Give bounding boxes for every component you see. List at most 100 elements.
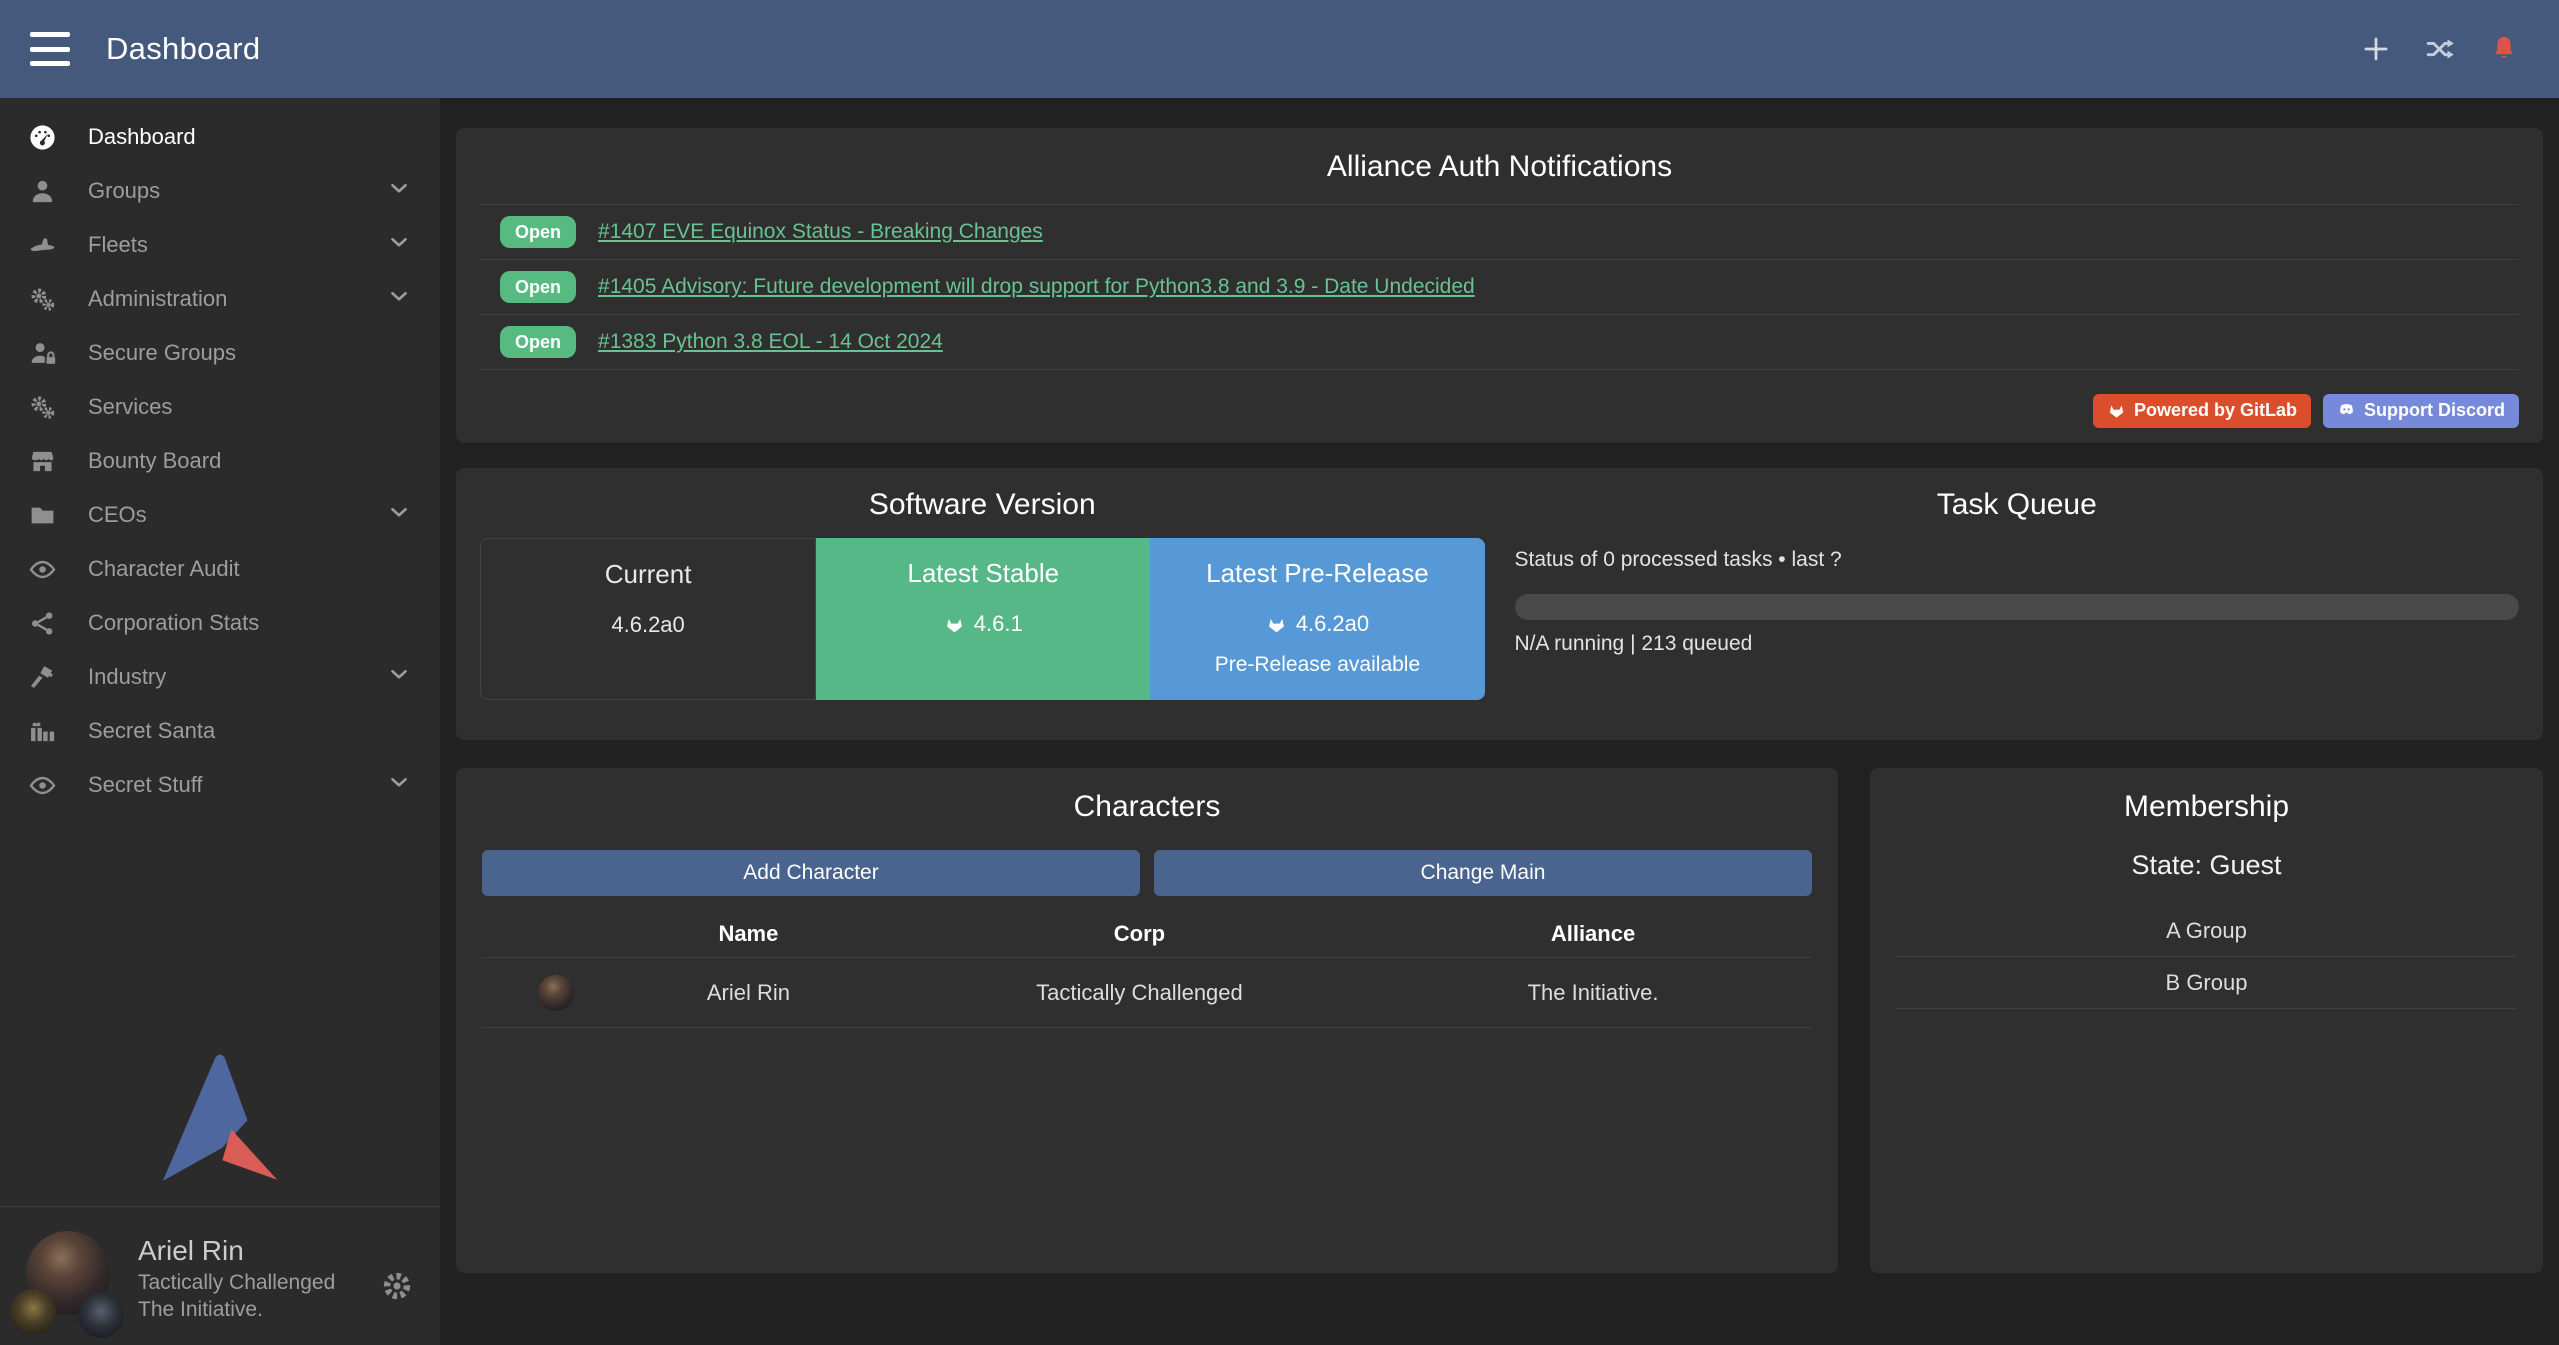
sidebar-item-label: Secret Santa — [88, 718, 215, 744]
eye-icon — [28, 555, 74, 584]
version-number: 4.6.2a0 — [1296, 611, 1369, 637]
sidebar-item-label: Character Audit — [88, 556, 240, 582]
version-label: Latest Pre-Release — [1150, 558, 1484, 589]
footer-badges: Powered by GitLab Support Discord — [480, 394, 2519, 428]
add-character-button[interactable]: Add Character — [482, 850, 1140, 896]
sidebar-item-fleets[interactable]: Fleets — [0, 218, 440, 272]
hammer-icon — [28, 663, 74, 692]
sidebar-item-services[interactable]: Services — [0, 380, 440, 434]
main-content: Alliance Auth Notifications Open #1407 E… — [440, 98, 2559, 1345]
sidebar: Dashboard Groups Fleets — [0, 98, 440, 1345]
chevron-down-icon — [386, 499, 412, 531]
sidebar-item-label: Secure Groups — [88, 340, 236, 366]
gears-icon — [28, 285, 74, 314]
sidebar-item-secure-groups[interactable]: Secure Groups — [0, 326, 440, 380]
sidebar-item-industry[interactable]: Industry — [0, 650, 440, 704]
page-title: Dashboard — [106, 31, 260, 67]
cell-alliance: The Initiative. — [1374, 980, 1812, 1006]
sidebar-item-label: Corporation Stats — [88, 610, 259, 636]
sidebar-item-groups[interactable]: Groups — [0, 164, 440, 218]
notification-link[interactable]: #1405 Advisory: Future development will … — [598, 275, 1475, 299]
table-header-row: Name Corp Alliance — [482, 910, 1812, 958]
gitlab-badge[interactable]: Powered by GitLab — [2093, 394, 2311, 428]
sidebar-item-label: Services — [88, 394, 172, 420]
notification-link[interactable]: #1407 EVE Equinox Status - Breaking Chan… — [598, 220, 1043, 244]
membership-title: Membership — [1896, 790, 2517, 824]
chevron-down-icon — [386, 175, 412, 207]
status-badge: Open — [500, 271, 576, 303]
sidebar-item-secret-santa[interactable]: Secret Santa — [0, 704, 440, 758]
task-queue-status: Status of 0 processed tasks • last ? — [1515, 548, 2520, 572]
sidebar-item-label: Groups — [88, 178, 160, 204]
discord-badge[interactable]: Support Discord — [2323, 394, 2519, 428]
membership-state: State: Guest — [1896, 850, 2517, 881]
sidebar-menu: Dashboard Groups Fleets — [0, 98, 440, 812]
add-icon[interactable] — [2359, 32, 2393, 66]
version-stable: Latest Stable 4.6.1 — [816, 538, 1150, 700]
sidebar-item-character-audit[interactable]: Character Audit — [0, 542, 440, 596]
table-header-alliance: Alliance — [1374, 921, 1812, 947]
cell-corp: Tactically Challenged — [905, 980, 1374, 1006]
characters-buttons: Add Character Change Main — [482, 850, 1812, 896]
gifts-icon — [28, 717, 74, 746]
list-item: Open #1383 Python 3.8 EOL - 14 Oct 2024 — [480, 315, 2519, 370]
sidebar-item-dashboard[interactable]: Dashboard — [0, 110, 440, 164]
status-badge: Open — [500, 216, 576, 248]
hamburger-menu-icon[interactable] — [30, 32, 70, 66]
alliance-logo — [78, 1292, 124, 1338]
gitlab-badge-label: Powered by GitLab — [2134, 400, 2297, 422]
task-queue-counts: N/A running | 213 queued — [1515, 632, 2520, 656]
characters-table: Name Corp Alliance Ariel Rin Tactically … — [482, 910, 1812, 1028]
hamburger-bar — [30, 61, 70, 66]
version-prerelease: Latest Pre-Release 4.6.2a0 Pre-Release a… — [1150, 538, 1484, 700]
software-version-column: Software Version Current 4.6.2a0 Latest … — [480, 488, 1485, 722]
change-main-button[interactable]: Change Main — [1154, 850, 1812, 896]
version-number: 4.6.2a0 — [611, 612, 684, 638]
share-icon — [28, 609, 74, 638]
shuffle-icon[interactable] — [2423, 32, 2457, 66]
app-window: Dashboard — [0, 0, 2559, 1345]
sidebar-item-bounty-board[interactable]: Bounty Board — [0, 434, 440, 488]
user-icon — [28, 177, 74, 206]
bell-icon[interactable] — [2487, 32, 2521, 66]
hamburger-bar — [30, 32, 70, 37]
sidebar-item-label: CEOs — [88, 502, 147, 528]
notification-link[interactable]: #1383 Python 3.8 EOL - 14 Oct 2024 — [598, 330, 943, 354]
version-label: Latest Stable — [816, 558, 1150, 589]
sidebar-item-ceos[interactable]: CEOs — [0, 488, 440, 542]
version-label: Current — [481, 559, 815, 590]
navbar-actions — [2359, 32, 2521, 66]
list-item: Open #1407 EVE Equinox Status - Breaking… — [480, 205, 2519, 260]
user-lock-icon — [28, 339, 74, 368]
task-queue-column: Task Queue Status of 0 processed tasks •… — [1515, 488, 2520, 722]
sidebar-item-corporation-stats[interactable]: Corporation Stats — [0, 596, 440, 650]
group-row: A Group — [1896, 905, 2517, 957]
status-badge: Open — [500, 326, 576, 358]
version-boxes: Current 4.6.2a0 Latest Stable 4.6.1 Late… — [480, 538, 1485, 700]
gear-icon[interactable] — [380, 1269, 414, 1308]
notifications-list: Open #1407 EVE Equinox Status - Breaking… — [480, 204, 2519, 370]
sidebar-item-secret-stuff[interactable]: Secret Stuff — [0, 758, 440, 812]
sidebar-item-label: Fleets — [88, 232, 148, 258]
user-name: Ariel Rin — [138, 1233, 335, 1269]
eye-icon — [28, 771, 74, 800]
top-navbar: Dashboard — [0, 0, 2559, 98]
corp-logo — [10, 1289, 56, 1335]
task-queue-progressbar — [1515, 594, 2520, 620]
characters-panel: Characters Add Character Change Main Nam… — [456, 768, 1838, 1273]
sidebar-item-label: Secret Stuff — [88, 772, 203, 798]
group-row: B Group — [1896, 957, 2517, 1009]
discord-badge-label: Support Discord — [2364, 400, 2505, 422]
software-version-title: Software Version — [480, 488, 1485, 522]
task-queue-title: Task Queue — [1515, 488, 2520, 522]
sidebar-item-label: Administration — [88, 286, 227, 312]
user-corp: Tactically Challenged — [138, 1269, 335, 1296]
gitlab-icon — [1266, 614, 1287, 635]
table-row: Ariel Rin Tactically Challenged The Init… — [482, 958, 1812, 1028]
notifications-panel: Alliance Auth Notifications Open #1407 E… — [456, 128, 2543, 443]
sidebar-item-administration[interactable]: Administration — [0, 272, 440, 326]
gauge-icon — [28, 123, 74, 152]
user-alliance: The Initiative. — [138, 1296, 335, 1323]
software-version-panel: Software Version Current 4.6.2a0 Latest … — [456, 468, 2543, 740]
version-current: Current 4.6.2a0 — [480, 538, 816, 700]
